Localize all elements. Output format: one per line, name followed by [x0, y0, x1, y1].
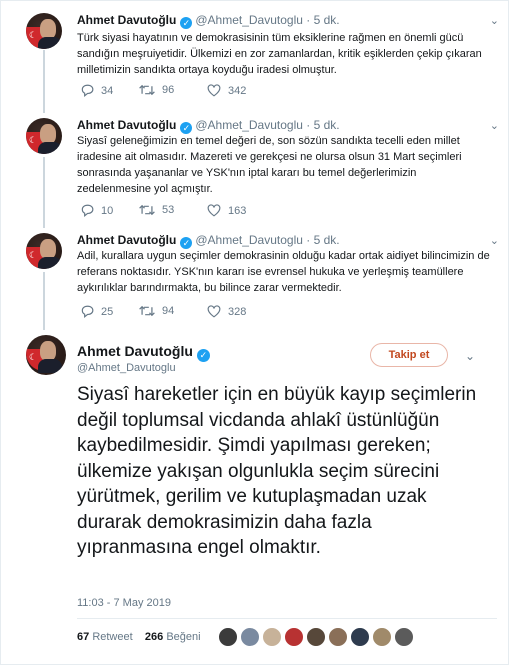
liker-avatar[interactable]: [328, 627, 348, 647]
retweet-icon: [139, 84, 155, 96]
retweet-count: 96: [162, 84, 175, 96]
author-handle[interactable]: @Ahmet_Davutoglu: [195, 13, 303, 27]
liker-avatar[interactable]: [284, 627, 304, 647]
chevron-down-icon[interactable]: ⌄: [490, 119, 499, 132]
liker-avatar[interactable]: [350, 627, 370, 647]
author-name[interactable]: Ahmet Davutoğlu: [77, 233, 176, 247]
heart-icon: [207, 204, 221, 217]
tweet-time[interactable]: · 5 dk.: [306, 233, 339, 247]
reply-count: 25: [101, 305, 114, 318]
like-total[interactable]: 266: [145, 631, 163, 643]
author-handle[interactable]: @Ahmet_Davutoglu: [195, 118, 303, 132]
liker-avatar[interactable]: [218, 627, 238, 647]
retweet-count: 53: [162, 204, 175, 216]
chevron-down-icon[interactable]: ⌄: [465, 349, 475, 363]
like-label[interactable]: Beğeni: [166, 631, 200, 643]
like-count: 328: [228, 305, 247, 318]
retweet-button[interactable]: 94: [139, 305, 174, 317]
tweet[interactable]: ☾ Ahmet Davutoğlu ✓ @Ahmet_Davutoglu · 5 d…: [0, 110, 509, 225]
reply-icon: [81, 84, 94, 97]
retweet-label[interactable]: Retweet: [92, 631, 132, 643]
reply-count: 34: [101, 84, 114, 97]
retweet-button[interactable]: 96: [139, 84, 174, 96]
retweet-icon: [139, 305, 155, 317]
liker-avatar[interactable]: [240, 627, 260, 647]
like-count: 163: [228, 204, 247, 217]
tweet-time[interactable]: · 5 dk.: [306, 118, 339, 132]
tweet-text: Türk siyasi hayatının ve demokrasisinin …: [77, 32, 482, 76]
heart-icon: [207, 84, 221, 97]
heart-icon: [207, 305, 221, 318]
avatar[interactable]: ☾: [26, 233, 62, 269]
like-button[interactable]: 163: [207, 204, 246, 217]
engagement-stats: 67 Retweet 266 Beğeni: [77, 631, 201, 643]
liker-avatar[interactable]: [394, 627, 414, 647]
like-button[interactable]: 328: [207, 305, 246, 318]
tweet-time[interactable]: · 5 dk.: [306, 13, 339, 27]
retweet-button[interactable]: 53: [139, 204, 174, 216]
like-count: 342: [228, 84, 247, 97]
liker-avatar[interactable]: [372, 627, 392, 647]
divider: [77, 618, 497, 619]
tweet-text: Adil, kurallara uygun seçimler demokrasi…: [77, 250, 490, 294]
chevron-down-icon[interactable]: ⌄: [490, 14, 499, 27]
reply-button[interactable]: 34: [80, 84, 113, 97]
tweet-timestamp[interactable]: 11:03 - 7 May 2019: [77, 597, 171, 609]
reply-button[interactable]: 25: [80, 305, 113, 318]
follow-button[interactable]: Takip et: [370, 343, 448, 367]
author-name[interactable]: Ahmet Davutoğlu: [77, 13, 176, 27]
retweet-total[interactable]: 67: [77, 631, 89, 643]
verified-badge-icon: ✓: [196, 349, 210, 362]
main-author[interactable]: Ahmet Davutoğlu ✓: [77, 343, 213, 362]
tweet-text: Siyasî geleneğimizin en temel değeri de,…: [77, 135, 462, 195]
liker-avatar[interactable]: [262, 627, 282, 647]
reply-icon: [81, 204, 94, 217]
reply-count: 10: [101, 204, 114, 217]
author-handle[interactable]: @Ahmet_Davutoglu: [77, 362, 176, 374]
tweet[interactable]: ☾ Ahmet Davutoğlu ✓ @Ahmet_Davutoglu · 5 d…: [0, 225, 509, 325]
avatar[interactable]: ☾: [26, 13, 62, 49]
avatar[interactable]: ☾: [26, 335, 66, 375]
retweet-count: 94: [162, 305, 175, 317]
reply-button[interactable]: 10: [80, 204, 113, 217]
chevron-down-icon[interactable]: ⌄: [490, 234, 499, 247]
verified-badge-icon: ✓: [180, 17, 193, 29]
tweet[interactable]: ☾ Ahmet Davutoğlu ✓ @Ahmet_Davutoglu · 5 d…: [0, 0, 509, 110]
retweet-icon: [139, 204, 155, 216]
like-button[interactable]: 342: [207, 84, 246, 97]
author-handle[interactable]: @Ahmet_Davutoglu: [195, 233, 303, 247]
avatar[interactable]: ☾: [26, 118, 62, 154]
reply-icon: [81, 305, 94, 318]
liker-avatar[interactable]: [306, 627, 326, 647]
author-name[interactable]: Ahmet Davutoğlu: [77, 118, 176, 132]
likers-avatars[interactable]: [218, 627, 416, 647]
author-name[interactable]: Ahmet Davutoğlu: [77, 343, 193, 359]
main-tweet-text: Siyasî hareketler için en büyük kayıp se…: [77, 384, 477, 558]
